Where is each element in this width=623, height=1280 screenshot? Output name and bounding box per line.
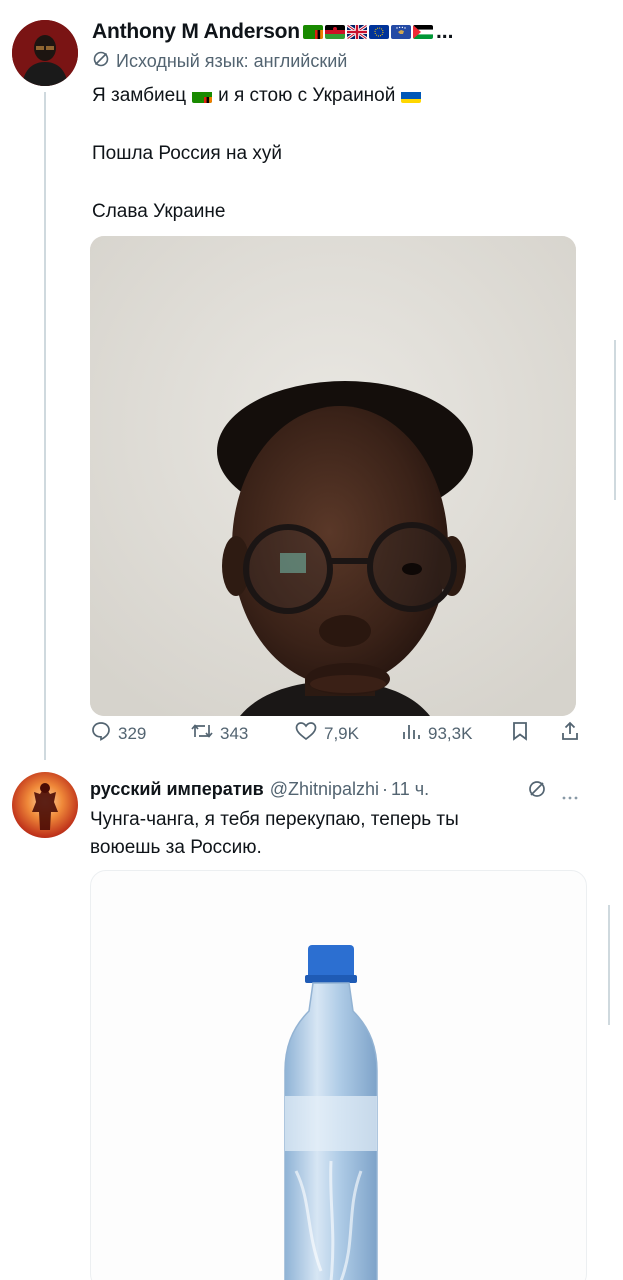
views-count: 93,3K — [428, 723, 473, 743]
author-flags — [302, 25, 433, 39]
reply-icon — [90, 720, 112, 747]
reply-count: 329 — [118, 723, 147, 743]
translated-label: Исходный язык: английский — [116, 51, 348, 71]
retweet-action[interactable]: 343 — [190, 720, 248, 747]
ukraine-flag-icon — [401, 89, 422, 103]
reply-header: русский императив @Zhitnipalzhi · 11 ч. — [90, 777, 429, 801]
more-options-icon[interactable] — [562, 788, 578, 806]
analytics-icon — [400, 720, 422, 747]
zambia-flag-icon — [192, 89, 213, 103]
share-icon — [560, 720, 580, 747]
tweet-photo[interactable] — [90, 236, 576, 716]
tweet-text-part-2: и я стою с Украиной — [218, 85, 396, 106]
scrollbar[interactable] — [614, 340, 616, 500]
share-action[interactable] — [560, 720, 580, 747]
translate-icon — [92, 50, 110, 73]
kosovo-flag-icon — [390, 25, 411, 39]
author-name[interactable]: Anthony M Anderson — [92, 20, 300, 44]
palestine-flag-icon — [412, 25, 433, 39]
zambia-flag-icon — [302, 25, 323, 39]
separator-dot: · — [382, 778, 389, 799]
reply-text: Чунга-чанга, я тебя перекупаю, теперь ты… — [90, 809, 459, 858]
reply-author-handle[interactable]: @Zhitnipalzhi — [270, 779, 379, 800]
scrollbar-lower[interactable] — [608, 905, 610, 1025]
tweet-text-line-3: Слава Украине — [92, 201, 226, 222]
eu-flag-icon — [368, 25, 389, 39]
tweet-header: Anthony M Anderson ... — [92, 18, 453, 46]
malawi-flag-icon — [324, 25, 345, 39]
uk-flag-icon — [346, 25, 367, 39]
views-action[interactable]: 93,3K — [400, 720, 472, 747]
name-ellipsis: ... — [435, 20, 454, 43]
bookmark-icon — [510, 720, 530, 747]
retweet-count: 343 — [220, 723, 249, 743]
translated-notice[interactable]: Исходный язык: английский — [92, 50, 347, 73]
heart-icon — [294, 720, 318, 747]
reply-author-avatar[interactable] — [12, 772, 78, 838]
like-action[interactable]: 7,9K — [294, 720, 359, 747]
reply-photo[interactable] — [90, 870, 587, 1280]
tweet-action-bar: 329 343 7,9K 93,3K — [90, 718, 590, 746]
reply-timestamp[interactable]: 11 ч. — [391, 779, 429, 800]
like-count: 7,9K — [324, 723, 359, 743]
bookmark-action[interactable] — [510, 720, 530, 747]
reply-author-name[interactable]: русский императив — [90, 779, 264, 800]
tweet-text-line-2: Пошла Россия на хуй — [92, 143, 282, 164]
translate-icon[interactable] — [526, 778, 548, 805]
tweet-text-part-1: Я замбиец — [92, 85, 187, 106]
thread-connector-line — [44, 92, 46, 760]
retweet-icon — [190, 720, 214, 747]
tweet-text-line-1: Я замбиец и я стою с Украиной — [92, 84, 427, 108]
reply-action[interactable]: 329 — [90, 720, 146, 747]
author-avatar[interactable] — [12, 20, 78, 86]
